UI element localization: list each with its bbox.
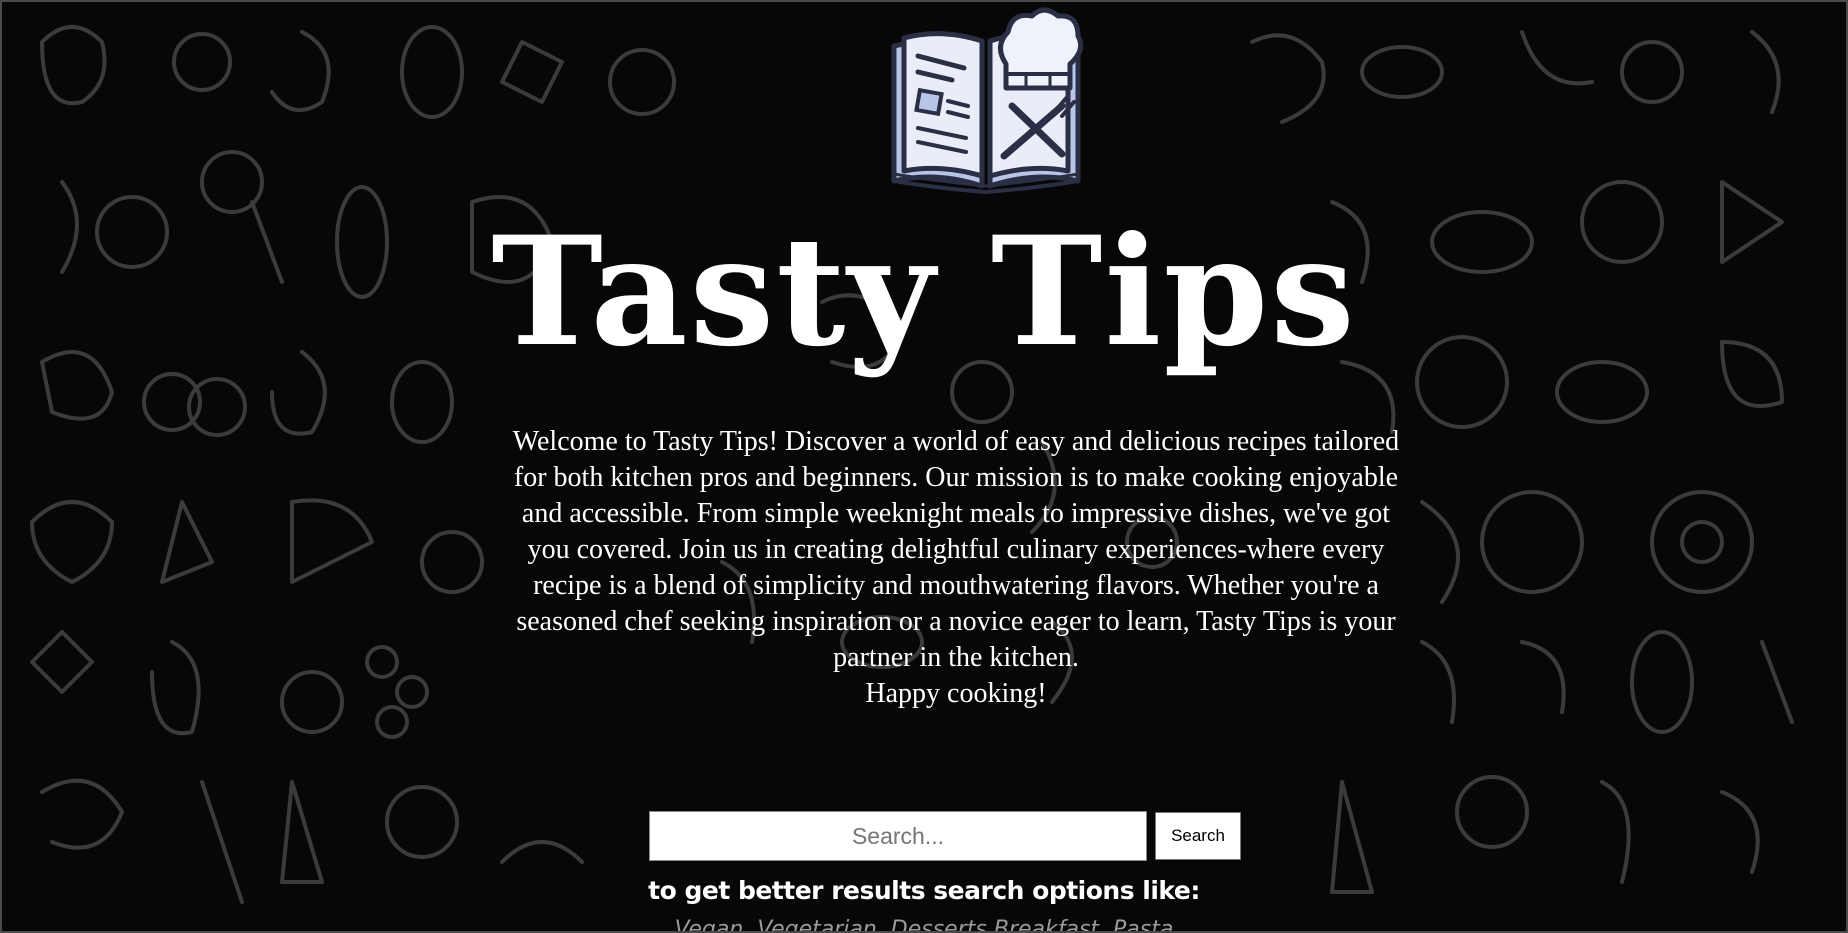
- search-options-list: Vegan, Vegetarian, Desserts,Breakfast, P…: [674, 917, 1174, 933]
- recipe-book-logo-icon: [891, 7, 1084, 194]
- intro-closing: Happy cooking!: [865, 678, 1047, 709]
- search-button[interactable]: Search: [1155, 812, 1241, 860]
- site-title: Tasty Tips: [491, 204, 1357, 380]
- page-frame: Tasty Tips Welcome to Tasty Tips! Discov…: [0, 0, 1848, 933]
- search-hint: to get better results search options lik…: [648, 876, 1200, 905]
- search-bar: Search: [649, 810, 1241, 862]
- hero-section: Tasty Tips Welcome to Tasty Tips! Discov…: [2, 2, 1846, 931]
- intro-text: Welcome to Tasty Tips! Discover a world …: [512, 426, 1400, 673]
- intro-paragraph: Welcome to Tasty Tips! Discover a world …: [507, 424, 1405, 712]
- search-input[interactable]: [649, 811, 1147, 861]
